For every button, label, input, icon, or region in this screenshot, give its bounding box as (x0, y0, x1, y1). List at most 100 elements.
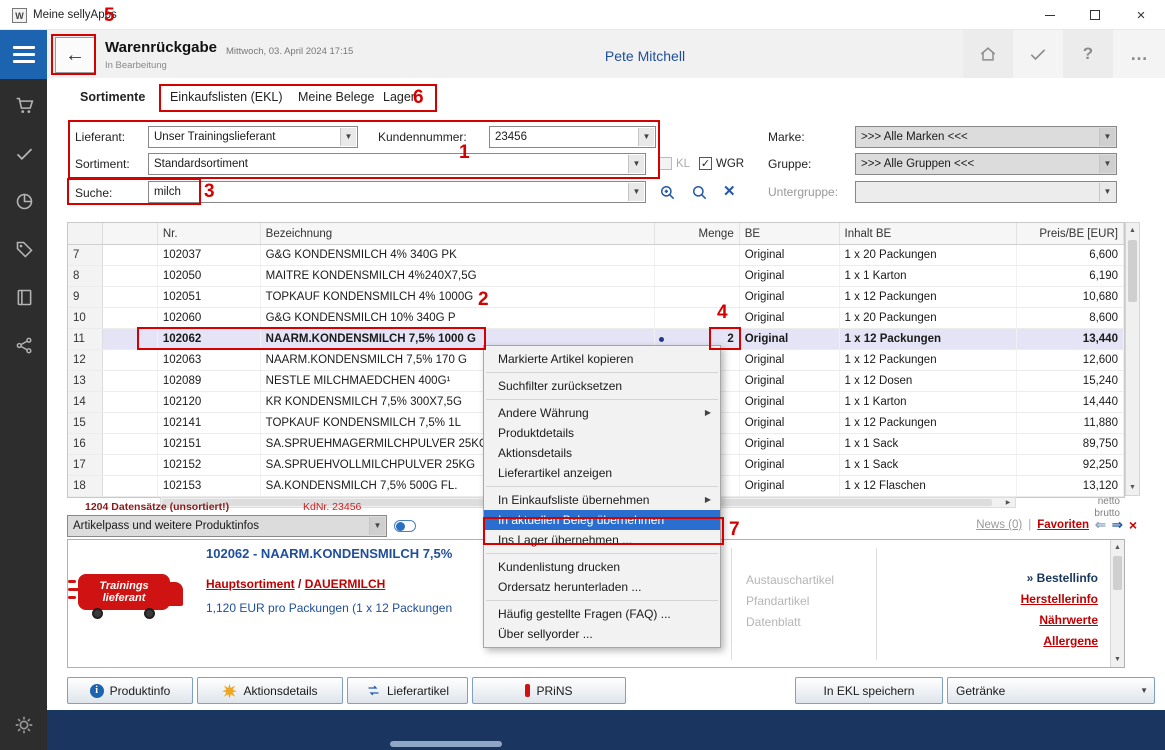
scrollbar-thumb[interactable] (1128, 240, 1137, 302)
lieferant-dropdown[interactable]: Unser Trainingslieferant ▼ (148, 126, 358, 148)
col-preis[interactable]: Preis/BE [EUR] (1017, 223, 1124, 244)
prins-button[interactable]: PRiNS (472, 677, 626, 704)
menu-item[interactable]: Kundenlistung drucken (484, 557, 720, 577)
table-row[interactable]: 8102050MAITRE KONDENSMILCH 4%240X7,5GOri… (68, 266, 1124, 287)
help-button[interactable]: ? (1063, 30, 1113, 78)
bottom-scrollbar-thumb[interactable] (390, 741, 502, 747)
info-toggle[interactable] (394, 520, 416, 532)
menu-separator (486, 600, 718, 601)
back-button[interactable]: ← (55, 37, 95, 73)
tab-meine-belege[interactable]: Meine Belege (298, 90, 374, 104)
marke-dropdown[interactable]: >>> Alle Marken <<< ▼ (855, 126, 1117, 148)
kundennummer-dropdown[interactable]: 23456 ▼ (489, 126, 656, 148)
tab-lager[interactable]: Lager (383, 90, 415, 104)
swap-arrows-icon (366, 683, 381, 698)
wgr-checkbox[interactable]: ✓ (699, 157, 712, 170)
table-row[interactable]: 9102051TOPKAUF KONDENSMILCH 4% 1000GOrig… (68, 287, 1124, 308)
tab-sortimente[interactable]: Sortimente (80, 90, 145, 104)
search-input[interactable]: milch ▼ (148, 181, 646, 203)
table-vertical-scrollbar[interactable]: ▲ ▼ (1125, 222, 1140, 496)
menu-item[interactable]: In Einkaufsliste übernehmen▶ (484, 490, 720, 510)
more-button[interactable]: … (1113, 30, 1165, 78)
sidebar-item-statistics[interactable] (13, 190, 35, 212)
cell-inhalt: 1 x 1 Sack (840, 455, 1018, 475)
prev-arrow-icon[interactable]: ⇐ (1095, 517, 1106, 533)
chevron-down-icon: ▼ (628, 183, 644, 201)
search-button[interactable] (690, 183, 710, 206)
sortiment-dropdown[interactable]: Standardsortiment ▼ (148, 153, 646, 175)
dauermilch-link[interactable]: DAUERMILCH (305, 577, 386, 591)
tab-einkaufslisten[interactable]: Einkaufslisten (EKL) (170, 90, 283, 104)
hauptsortiment-link[interactable]: Hauptsortiment (206, 577, 295, 591)
scrollbar-thumb[interactable] (1113, 556, 1122, 590)
table-row[interactable]: 7102037G&G KONDENSMILCH 4% 340G PKOrigin… (68, 245, 1124, 266)
cell-preis: 10,680 (1017, 287, 1124, 307)
cell-num: 15 (68, 413, 103, 433)
naehrwerte-link[interactable]: Nährwerte (938, 610, 1098, 631)
produktinfo-dropdown[interactable]: Artikelpass und weitere Produktinfos ▼ (67, 515, 387, 537)
scroll-up-icon[interactable]: ▲ (1126, 223, 1139, 238)
bestellinfo-link[interactable]: » Bestellinfo (938, 568, 1098, 589)
menu-item-label: Andere Währung (498, 403, 589, 423)
advanced-search-button[interactable] (658, 183, 678, 206)
next-arrow-icon[interactable]: ⇒ (1112, 517, 1123, 533)
col-menge[interactable]: Menge (655, 223, 740, 244)
cell-inhalt: 1 x 12 Flaschen (840, 476, 1018, 496)
clear-search-button[interactable]: ✕ (723, 182, 736, 200)
sidebar-item-tasks[interactable] (13, 142, 35, 164)
close-panel-icon[interactable]: × (1129, 517, 1137, 533)
close-button[interactable]: × (1117, 0, 1165, 30)
menu-hamburger-button[interactable] (0, 30, 47, 79)
lieferartikel-button[interactable]: Lieferartikel (347, 677, 468, 704)
maximize-button[interactable] (1072, 0, 1117, 30)
home-button[interactable] (963, 30, 1013, 78)
cell-nr: 102050 (158, 266, 261, 286)
kl-checkbox[interactable] (659, 157, 672, 170)
table-row[interactable]: 10102060G&G KONDENSMILCH 10% 340G POrigi… (68, 308, 1124, 329)
menu-item[interactable]: Lieferartikel anzeigen (484, 463, 720, 483)
menu-separator (486, 553, 718, 554)
sidebar-item-share[interactable] (13, 334, 35, 356)
produktinfo-button[interactable]: i Produktinfo (67, 677, 193, 704)
sidebar-item-catalog[interactable] (13, 286, 35, 308)
menu-item[interactable]: Aktionsdetails (484, 443, 720, 463)
menu-item[interactable]: Ins Lager übernehmen ... (484, 530, 720, 550)
menu-item[interactable]: Andere Währung▶ (484, 403, 720, 423)
cell-inhalt: 1 x 1 Karton (840, 392, 1018, 412)
col-bezeichnung[interactable]: Bezeichnung (261, 223, 655, 244)
kl-checkbox-group[interactable]: KL (659, 157, 690, 170)
sidebar-item-offers[interactable] (13, 238, 35, 260)
allergene-link[interactable]: Allergene (938, 631, 1098, 652)
aktionsdetails-button[interactable]: Aktionsdetails (197, 677, 343, 704)
sidebar-item-cart[interactable] (13, 94, 35, 116)
menu-item[interactable]: Über sellyorder ... (484, 624, 720, 644)
menu-item[interactable]: Häufig gestellte Fragen (FAQ) ... (484, 604, 720, 624)
gruppe-dropdown[interactable]: >>> Alle Gruppen <<< ▼ (855, 153, 1117, 175)
wgr-checkbox-group[interactable]: ✓ WGR (699, 157, 744, 170)
scroll-down-icon[interactable]: ▼ (1111, 652, 1124, 667)
scroll-right-icon[interactable]: ▶ (1002, 498, 1014, 507)
menu-item[interactable]: Produktdetails (484, 423, 720, 443)
minimize-button[interactable] (1027, 0, 1072, 30)
sidebar-item-settings[interactable] (13, 714, 35, 736)
menu-item[interactable]: In aktuellen Beleg übernehmen (484, 510, 720, 530)
menu-item[interactable]: Markierte Artikel kopieren (484, 349, 720, 369)
scroll-down-icon[interactable]: ▼ (1126, 480, 1139, 495)
user-name[interactable]: Pete Mitchell (560, 48, 730, 64)
menu-item[interactable]: Suchfilter zurücksetzen (484, 376, 720, 396)
pie-chart-icon (14, 191, 35, 212)
herstellerinfo-link[interactable]: Herstellerinfo (938, 589, 1098, 610)
col-be[interactable]: BE (740, 223, 840, 244)
scroll-up-icon[interactable]: ▲ (1111, 540, 1124, 555)
col-inhalt[interactable]: Inhalt BE (840, 223, 1018, 244)
menu-item[interactable]: Ordersatz herunterladen ... (484, 577, 720, 597)
confirm-button[interactable] (1013, 30, 1063, 78)
netto-label[interactable]: netto (1098, 496, 1120, 507)
ekl-speichern-button[interactable]: In EKL speichern (795, 677, 943, 704)
col-nr[interactable]: Nr. (158, 223, 261, 244)
detail-scrollbar[interactable]: ▲ ▼ (1110, 540, 1124, 667)
cell-num: 7 (68, 245, 103, 265)
news-link[interactable]: News (0) (976, 519, 1022, 531)
favoriten-link[interactable]: Favoriten (1037, 519, 1089, 531)
getraenke-dropdown[interactable]: Getränke ▼ (947, 677, 1155, 704)
